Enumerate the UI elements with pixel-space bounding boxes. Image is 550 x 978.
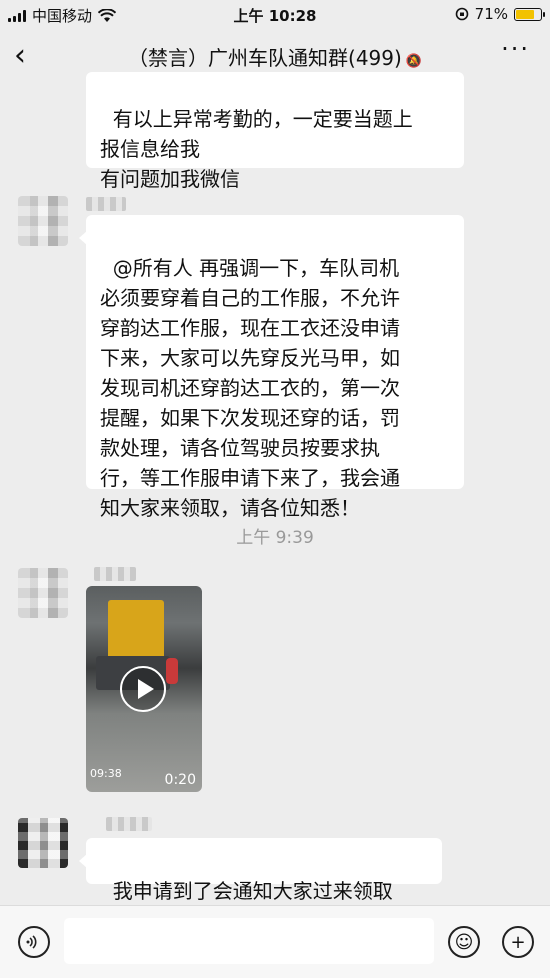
sender-name: [86, 197, 126, 211]
message-bubble[interactable]: 我申请到了会通知大家过来领取: [79, 838, 442, 903]
emoji-icon[interactable]: ☺: [448, 926, 480, 958]
input-bar: ☺ +: [0, 905, 550, 978]
message-text: 我申请到了会通知大家过来领取: [112, 879, 393, 903]
lock-rotation-icon: [455, 7, 468, 21]
message-text: 有以上异常考勤的，一定要当题上 报信息给我 有问题加我微信: [100, 107, 413, 191]
sender-name: [94, 567, 136, 581]
mute-icon: 🔕: [405, 54, 422, 69]
video-thumbnail-person: [166, 658, 178, 684]
video-duration: 0:20: [164, 772, 196, 788]
voice-icon[interactable]: [18, 926, 50, 958]
more-icon[interactable]: ···: [501, 35, 530, 63]
status-bar: 中国移动 上午 10:28 71%: [0, 0, 550, 30]
video-thumbnail-truck: [108, 600, 164, 660]
message-input[interactable]: [64, 918, 434, 964]
avatar[interactable]: [18, 568, 68, 618]
avatar[interactable]: [18, 196, 68, 246]
chat-timestamp: 上午 9:39: [236, 528, 314, 548]
battery-icon: [514, 7, 545, 21]
avatar[interactable]: [18, 818, 68, 868]
message-bubble[interactable]: 有以上异常考勤的，一定要当题上 报信息给我 有问题加我微信: [86, 72, 464, 191]
message-text: @所有人 再强调一下，车队司机 必须要穿着自己的工作服，不允许 穿韵达工作服，现…: [100, 256, 400, 520]
chat-title: （禁言）广州车队通知群(499) 🔕: [0, 42, 550, 71]
battery-percent: 71%: [474, 5, 508, 23]
play-icon[interactable]: [120, 666, 166, 712]
video-overlay-time: 09:38: [90, 767, 122, 780]
chat-title-text: （禁言）广州车队通知群(499): [128, 46, 402, 70]
message-bubble[interactable]: @所有人 再强调一下，车队司机 必须要穿着自己的工作服，不允许 穿韵达工作服，现…: [79, 215, 464, 520]
video-message[interactable]: 09:38 0:20: [86, 586, 202, 792]
add-icon[interactable]: +: [502, 926, 534, 958]
sender-name: [106, 817, 152, 831]
